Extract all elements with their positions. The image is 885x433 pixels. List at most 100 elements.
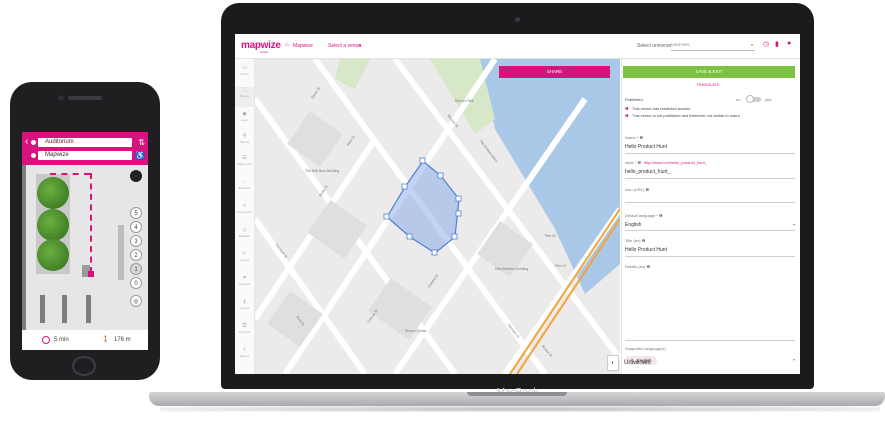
sidebar-item-label: Layer (240, 118, 249, 122)
sidebar-item-api-keys[interactable]: ⚿ API keys (235, 323, 254, 334)
icon-url-label: Icon (URL) ❶ (625, 187, 650, 192)
map-view[interactable]: Spear St Main St Beale St Howard St Fols… (255, 59, 620, 374)
chevron-down-icon[interactable]: ▾ (793, 357, 795, 362)
sidebar-item-layers[interactable]: ⚐ Layers (235, 251, 254, 262)
sidebar-item-label: Places (239, 140, 249, 144)
default-language-label: Default language * ❶ (625, 213, 663, 218)
accessibility-icon[interactable]: ♿ (135, 151, 145, 160)
warning-icon: ❶ (625, 113, 629, 118)
tree-icon (37, 209, 69, 241)
details-label: Details (en) ❶ (625, 264, 651, 269)
icon-url-field[interactable] (625, 202, 795, 203)
supported-languages-label: Supported language(s) (625, 346, 666, 351)
to-pin-icon (31, 153, 36, 158)
laptop-shadow (160, 406, 880, 412)
poi-label: Pier 22 (545, 234, 556, 238)
help-icon[interactable]: ◷ (763, 40, 769, 48)
app-header: mapwize studio ⌂ Mapwize Select a venue … (235, 34, 800, 59)
warning-restricted: This venue has restricted access (632, 106, 691, 111)
to-field-text: Mapwize (45, 152, 69, 158)
locate-me-icon[interactable]: ◎ (130, 295, 142, 307)
wall (62, 295, 67, 323)
poi-label: Pier 14 (555, 264, 566, 268)
indoor-map[interactable]: 5 4 3 2 1 0 ◎ (22, 165, 148, 330)
map-control-button[interactable]: ◐ (607, 355, 619, 371)
poi-label: Rincon Park (455, 99, 474, 103)
laptop-lid: mapwize studio ⌂ Mapwize Select a venue … (221, 3, 814, 398)
warning-unpublished: This venue is not published and therefor… (632, 113, 740, 118)
route-summary: 5 min 🚶 176 m (22, 330, 148, 350)
sidebar-item-label: Beacons (238, 186, 251, 190)
destination-marker-icon[interactable] (88, 271, 94, 277)
field-underline (625, 256, 795, 257)
floor-button-4[interactable]: 4 (130, 221, 142, 233)
sidebar-item-layer[interactable]: ◉ Layer (235, 111, 254, 122)
clock-icon (42, 336, 50, 344)
default-language-select[interactable]: English (625, 222, 641, 228)
sidebar-item-export[interactable]: ⇩ Export (235, 347, 254, 358)
home-icon[interactable]: ⌂ (285, 42, 289, 48)
sidebar-item-places-2[interactable]: ⚲ Places (235, 133, 254, 144)
sidebar-item-beacons[interactable]: ◌ Beacons (235, 179, 254, 190)
wall (86, 295, 91, 323)
sidebar-item-label: Export (240, 354, 249, 358)
app-logo-sub: studio (260, 50, 269, 54)
poi-label: The Hills Bros Building (305, 169, 340, 173)
floor-button-1[interactable]: 1 (130, 263, 142, 275)
docs-icon[interactable]: ▮ (775, 40, 779, 48)
sidebar-item-access[interactable]: ⚷ Access (235, 299, 254, 310)
sidebar-item-connectors[interactable]: < Connectors (235, 203, 254, 214)
sidebar-item-label: Universe (238, 282, 251, 286)
alias-field[interactable]: hello_product_hunt_ (625, 169, 670, 175)
title-label: Title (en) ❶ (625, 238, 646, 243)
smartphone: ‹ Auditorium ⇅ Mapwize ♿ 5 4 3 2 1 0 ◎ 5… (10, 82, 160, 380)
poi-label: Hills Brothers Building (495, 267, 529, 271)
swap-icon[interactable]: ⇅ (138, 138, 145, 147)
to-field[interactable]: Mapwize (31, 151, 132, 160)
share-button[interactable]: SHARE (499, 66, 610, 78)
laptop-notch (467, 392, 567, 396)
floor-button-2[interactable]: 2 (130, 249, 142, 261)
floor-button-5[interactable]: 5 (130, 207, 142, 219)
floor-button-0[interactable]: 0 (130, 277, 142, 289)
laptop-screen: mapwize studio ⌂ Mapwize Select a venue … (235, 34, 800, 374)
wall (22, 165, 26, 330)
published-toggle[interactable] (746, 95, 761, 103)
alias-link[interactable]: http://mwz.io/v/hello_product_hunt_ (644, 160, 707, 165)
sidebar-item-venue[interactable]: ▭ Venue (235, 65, 254, 76)
front-camera (58, 95, 64, 101)
sidebar-item-label: Place Lists (237, 162, 252, 166)
directions-header: ‹ Auditorium ⇅ Mapwize ♿ (22, 132, 148, 165)
laptop-base (149, 392, 885, 406)
floor-button-3[interactable]: 3 (130, 235, 142, 247)
sidebar-item-modules[interactable]: ◇ Modules (235, 227, 254, 238)
details-textarea[interactable] (625, 340, 795, 341)
breadcrumb-root[interactable]: Mapwize (293, 43, 313, 49)
from-field[interactable]: Auditorium (31, 138, 132, 147)
sidebar-item-universe[interactable]: ⚭ Universe (235, 275, 254, 286)
walking-icon: 🚶 (102, 337, 110, 343)
translate-link[interactable]: TRANSLATE (622, 82, 794, 87)
published-label: Published (625, 97, 643, 102)
route-time: 5 min (54, 337, 69, 343)
user-icon[interactable]: ● (787, 40, 791, 47)
save-exit-button[interactable]: SAVE & EXIT (623, 66, 795, 78)
name-field[interactable]: Hello Product Hunt (625, 144, 667, 150)
poi-label: Rincon Center (405, 329, 427, 333)
tree-icon (37, 239, 69, 271)
sidebar-item-places[interactable]: ⬚ Places (235, 87, 254, 107)
toggle-on-label: yes (765, 97, 772, 102)
wall (40, 295, 45, 323)
back-arrow-icon[interactable]: ‹ (25, 137, 28, 147)
alias-label: Alias * ❶ (625, 160, 642, 165)
title-field[interactable]: Hello Product Hunt (625, 247, 667, 253)
name-label: Name * ❶ (625, 135, 644, 140)
chevron-down-icon[interactable]: ▾ (359, 43, 362, 49)
route-distance: 176 m (114, 337, 131, 343)
compass-icon[interactable] (130, 170, 142, 182)
toggle-off-label: no (736, 97, 741, 102)
venue-selector[interactable]: Select a venue (328, 43, 361, 49)
sidebar-item-place-lists[interactable]: ☰ Place Lists (235, 155, 254, 166)
universe-select[interactable]: VISITORS ▾ (671, 39, 755, 51)
chevron-down-icon: ▾ (750, 42, 753, 47)
